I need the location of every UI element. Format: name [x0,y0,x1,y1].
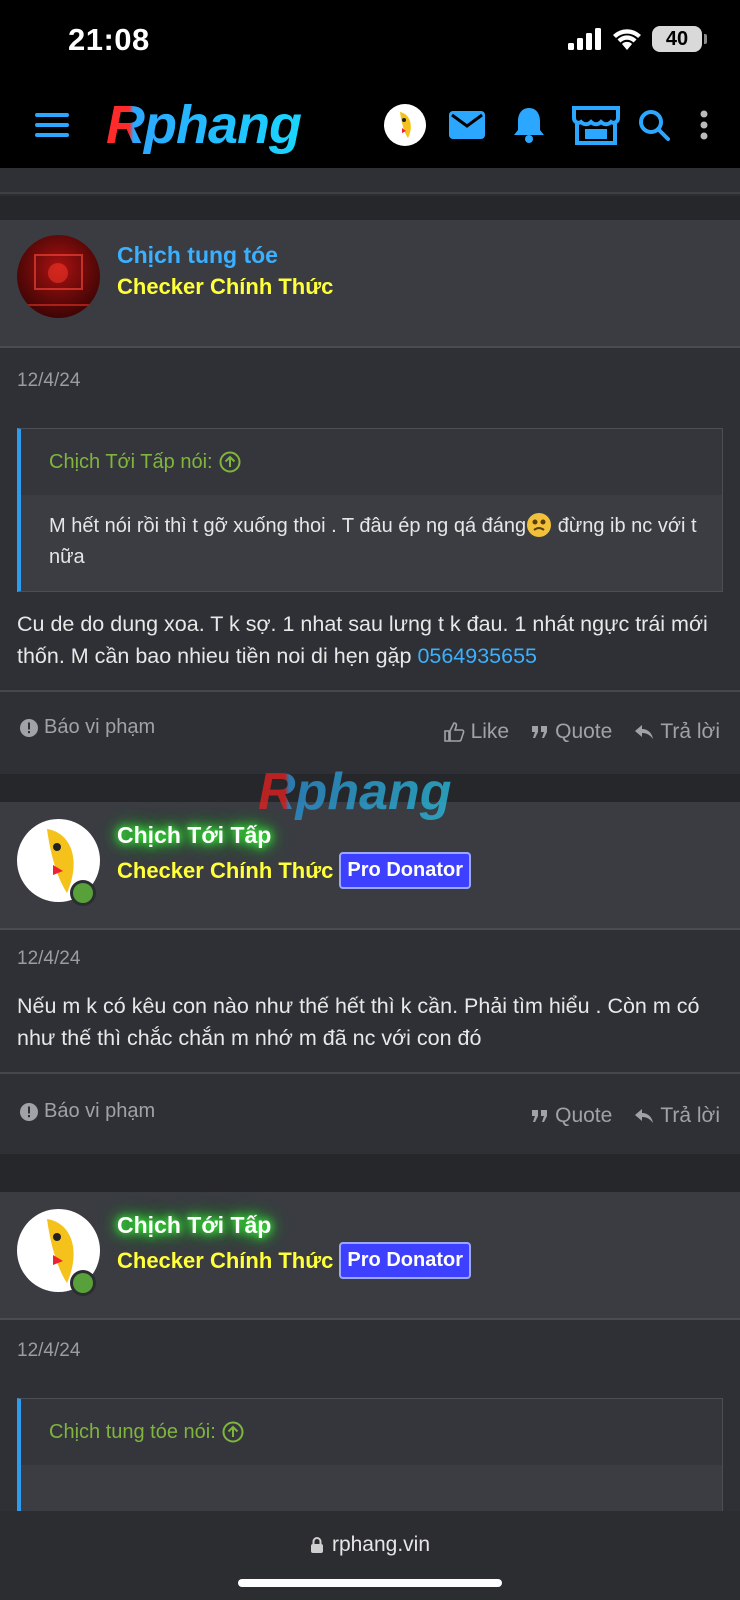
user-title-row: Checker Chính Thức [117,274,333,300]
quote-text: M hết nói rồi thì t gỡ xuống thoi . T đâ… [21,495,722,591]
site-logo[interactable]: Rphang [106,94,302,156]
thread-feed[interactable]: Chịch tung tóe Checker Chính Thức 12/4/2… [0,168,740,1511]
user-title: Checker Chính Thức [117,857,334,883]
lock-icon [310,1537,323,1553]
quote-icon [532,726,548,738]
battery-indicator: 40 [652,26,707,52]
quote-button[interactable]: Quote [531,720,612,744]
bell-icon[interactable] [508,82,550,168]
post: Chịch Tới Tấp Checker Chính Thức Pro Don… [0,1192,740,1511]
user-title-row: Checker Chính Thức Pro Donator [117,1242,471,1279]
like-label: Like [470,720,510,743]
quote-author-label: Chịch tung tóe nói: [49,1420,216,1443]
avatar[interactable] [383,82,427,168]
search-icon[interactable] [636,82,672,168]
app-header: Rphang [0,82,740,168]
report-label: Báo vi phạm [44,1100,156,1122]
reply-icon [635,725,654,739]
signal-icon [568,28,601,50]
arrow-up-circle-icon[interactable] [222,1421,244,1443]
url-text: rphang.vin [331,1533,431,1556]
emoji-icon [527,513,552,537]
reply-button[interactable]: Trả lời [634,1104,720,1128]
address-bar[interactable]: rphang.vin [0,1533,740,1557]
post-date[interactable]: 12/4/24 [17,370,80,392]
post-message: Nếu m k có kêu con nào như thế hết thì k… [17,994,700,1050]
status-time: 21:08 [68,22,150,57]
quote-author-label: Chịch Tới Tấp nói: [49,450,213,473]
quote-author[interactable]: Chịch tung tóe nói: [21,1399,722,1465]
pro-donator-badge: Pro Donator [339,852,471,889]
report-button[interactable]: Báo vi phạm [20,716,155,739]
quote-label: Quote [555,1104,613,1127]
wifi-icon [613,29,641,50]
status-icons: 40 [568,26,707,52]
user-title: Checker Chính Thức [117,1247,334,1273]
report-label: Báo vi phạm [44,716,156,738]
quote-icon [532,1110,548,1122]
reply-icon [635,1109,654,1123]
mail-icon[interactable] [446,82,488,168]
quote-author[interactable]: Chịch Tới Tấp nói: [21,429,722,495]
post-separator [0,196,740,220]
post-actions: Like Quote Trả lời [443,720,720,744]
user-title-row: Checker Chính Thức Pro Donator [117,852,471,889]
phone-link[interactable]: 0564935655 [417,644,537,668]
reply-label: Trả lời [660,720,720,743]
post-header: Chịch Tới Tấp Checker Chính Thức Pro Don… [0,1192,740,1320]
user-title: Checker Chính Thức [117,274,334,299]
status-bar: 21:08 40 [0,0,740,82]
post-message: Cu de do dung xoa. T k sợ. 1 nhat sau lư… [17,608,723,672]
home-indicator[interactable] [238,1579,502,1587]
more-icon[interactable] [690,82,718,168]
online-indicator [70,880,96,906]
quote-block: Chịch Tới Tấp nói: M hết nói rồi thì t g… [17,428,723,592]
pro-donator-badge: Pro Donator [339,1242,471,1279]
post-date[interactable]: 12/4/24 [17,1340,80,1362]
post-separator [0,1154,740,1192]
arrow-up-circle-icon[interactable] [219,451,241,473]
post-actions: Quote Trả lời [531,1104,720,1128]
browser-bottom-bar: rphang.vin [0,1511,740,1600]
quote-block: Chịch tung tóe nói: [17,1398,723,1511]
like-button[interactable]: Like [443,720,510,744]
previous-post-edge [0,168,740,194]
store-icon[interactable] [570,82,622,168]
watermark-logo: Rphang [258,763,452,821]
reply-label: Trả lời [660,1104,720,1127]
post: Chịch Tới Tấp Checker Chính Thức Pro Don… [0,802,740,1154]
quote-text-part1: M hết nói rồi thì t gỡ xuống thoi . T đâ… [49,515,527,537]
alert-icon [20,718,38,737]
menu-icon[interactable] [30,82,74,168]
alert-icon [20,1102,38,1121]
username[interactable]: Chịch tung tóe [117,242,278,269]
username[interactable]: Chịch Tới Tấp [117,822,271,849]
reply-button[interactable]: Trả lời [634,720,720,744]
post-footer: Báo vi phạm Quote Trả lời [0,1072,740,1156]
username[interactable]: Chịch Tới Tấp [117,1212,271,1239]
post-header: Chịch tung tóe Checker Chính Thức [0,220,740,348]
message-text: Cu de do dung xoa. T k sợ. 1 nhat sau lư… [17,612,708,668]
user-avatar[interactable] [17,235,100,318]
quote-label: Quote [555,720,613,743]
quote-button[interactable]: Quote [531,1104,612,1128]
quote-text [21,1465,722,1511]
thumbs-up-icon [443,722,464,742]
post-date[interactable]: 12/4/24 [17,948,80,970]
report-button[interactable]: Báo vi phạm [20,1100,155,1123]
post: Chịch tung tóe Checker Chính Thức 12/4/2… [0,220,740,774]
online-indicator [70,1270,96,1296]
